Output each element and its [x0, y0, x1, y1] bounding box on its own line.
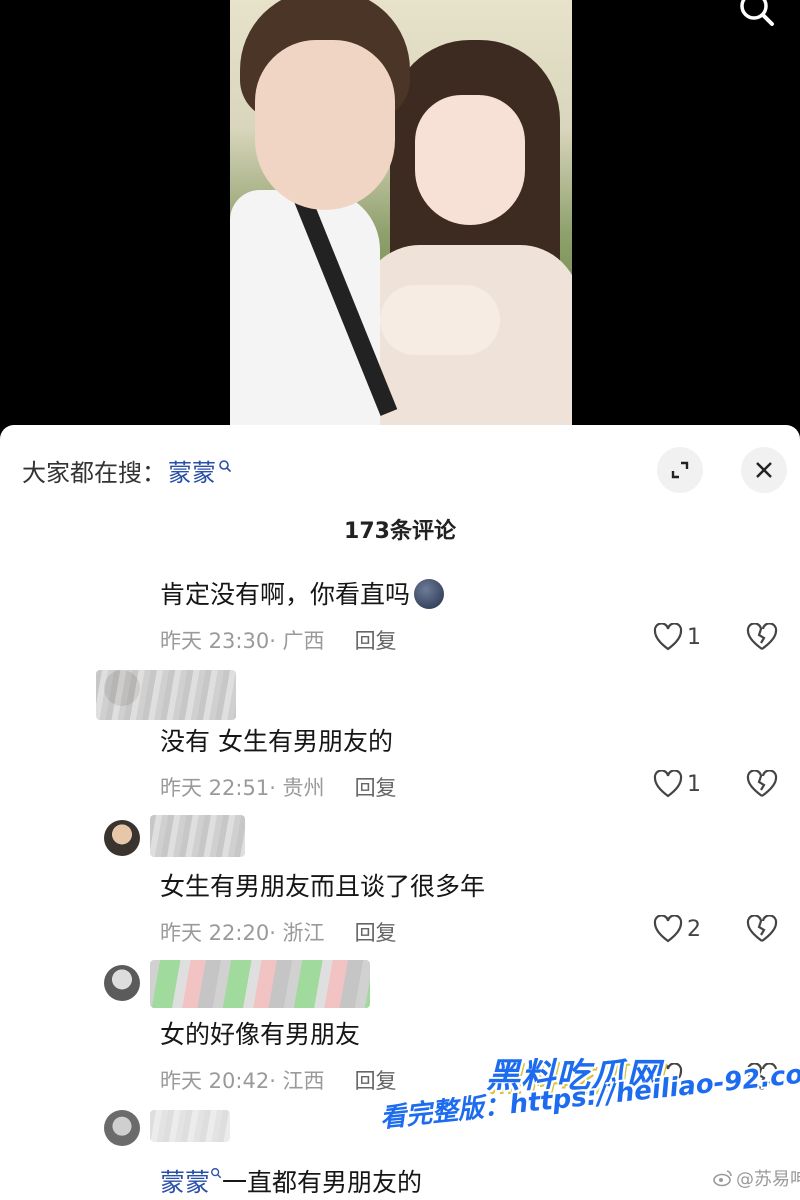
search-suggestion[interactable]: 大家都在搜： 蒙蒙	[22, 453, 232, 488]
like-button[interactable]: 2	[653, 915, 701, 943]
comment-time: 昨天 22:51	[160, 776, 270, 800]
comment-location: · 浙江	[269, 921, 325, 945]
comment-meta: 昨天 22:51· 贵州 回复	[160, 772, 397, 802]
blurred-username	[150, 960, 370, 1008]
comment-location: · 广西	[269, 629, 325, 653]
weibo-watermark: @苏易呻	[713, 1165, 800, 1191]
broken-heart-icon[interactable]	[746, 770, 778, 798]
panel-header: 大家都在搜： 蒙蒙 173条评论	[0, 425, 800, 544]
blurred-username	[150, 815, 245, 857]
blurred-username	[150, 1110, 230, 1142]
couple-photo	[230, 0, 572, 425]
comment-time: 昨天 23:30	[160, 629, 270, 653]
comment-time: 昨天 22:20	[160, 921, 270, 945]
comment-text: 肯定没有啊，你看直吗	[160, 575, 445, 611]
comment-text: 没有 女生有男朋友的	[160, 727, 393, 756]
comment-text: 女的好像有男朋友	[160, 1020, 361, 1049]
comment-count: 173条评论	[344, 519, 456, 544]
comment-location: · 江西	[269, 1069, 325, 1093]
like-button[interactable]: 1	[653, 770, 701, 798]
weibo-handle: @苏易呻	[736, 1169, 800, 1190]
search-icon	[211, 1168, 222, 1179]
search-term-link[interactable]: 蒙蒙	[160, 1168, 210, 1197]
video-area[interactable]	[0, 0, 800, 425]
comment-meta: 昨天 22:20· 浙江 回复	[160, 917, 397, 947]
like-count: 1	[687, 771, 701, 797]
blurred-username	[96, 670, 236, 720]
heart-icon	[653, 623, 683, 651]
search-term-link[interactable]: 蒙蒙	[168, 453, 216, 488]
broken-heart-icon[interactable]	[746, 915, 778, 943]
weibo-icon	[713, 1170, 732, 1187]
comment-meta: 昨天 23:30· 广西 回复	[160, 625, 397, 655]
expand-icon	[671, 461, 689, 479]
reply-button[interactable]: 回复	[355, 1069, 397, 1093]
comment-meta: 昨天 20:42· 江西 回复	[160, 1065, 397, 1095]
expand-button[interactable]	[657, 447, 703, 493]
like-button[interactable]: 1	[653, 623, 701, 651]
comment-text: 蒙蒙 一直都有男朋友的	[160, 1168, 423, 1197]
close-icon	[756, 462, 772, 478]
heart-icon	[653, 770, 683, 798]
reply-button[interactable]: 回复	[355, 776, 397, 800]
user-avatar[interactable]	[104, 1110, 140, 1146]
close-button[interactable]	[741, 447, 787, 493]
heart-icon	[653, 915, 683, 943]
reply-button[interactable]: 回复	[355, 629, 397, 653]
search-icon	[219, 459, 232, 472]
comment-time: 昨天 20:42	[160, 1069, 270, 1093]
search-prefix: 大家都在搜：	[22, 459, 166, 487]
dark-face-emoji	[414, 579, 445, 609]
search-icon[interactable]	[736, 0, 780, 30]
comment-text: 女生有男朋友而且谈了很多年	[160, 872, 486, 901]
user-avatar[interactable]	[104, 820, 140, 856]
reply-button[interactable]: 回复	[355, 921, 397, 945]
like-count: 1	[687, 624, 701, 650]
comment-location: · 贵州	[269, 776, 325, 800]
user-avatar[interactable]	[104, 965, 140, 1001]
like-count: 2	[687, 916, 701, 942]
broken-heart-icon[interactable]	[746, 623, 778, 651]
